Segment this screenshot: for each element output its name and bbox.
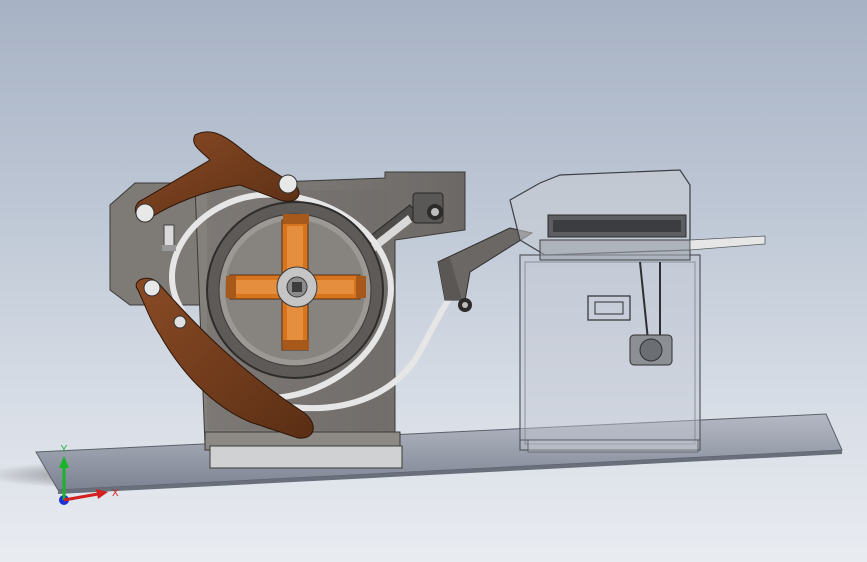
cad-model-scene[interactable]: Y X <box>0 0 867 562</box>
x-axis-label: X <box>112 488 119 499</box>
cad-viewport[interactable]: Y X <box>0 0 867 562</box>
y-axis-label: Y <box>61 444 68 455</box>
base-plate[interactable] <box>35 413 843 494</box>
tension-spring <box>162 224 176 251</box>
strip-exit-guide <box>689 235 766 251</box>
feeder-housing[interactable] <box>519 254 701 453</box>
mandrel-hub <box>276 266 318 308</box>
feeder-roller-head[interactable] <box>509 169 691 261</box>
guide-chute[interactable] <box>437 227 534 312</box>
inner-drive-motor[interactable] <box>629 334 673 366</box>
x-axis-arrow <box>63 492 99 502</box>
